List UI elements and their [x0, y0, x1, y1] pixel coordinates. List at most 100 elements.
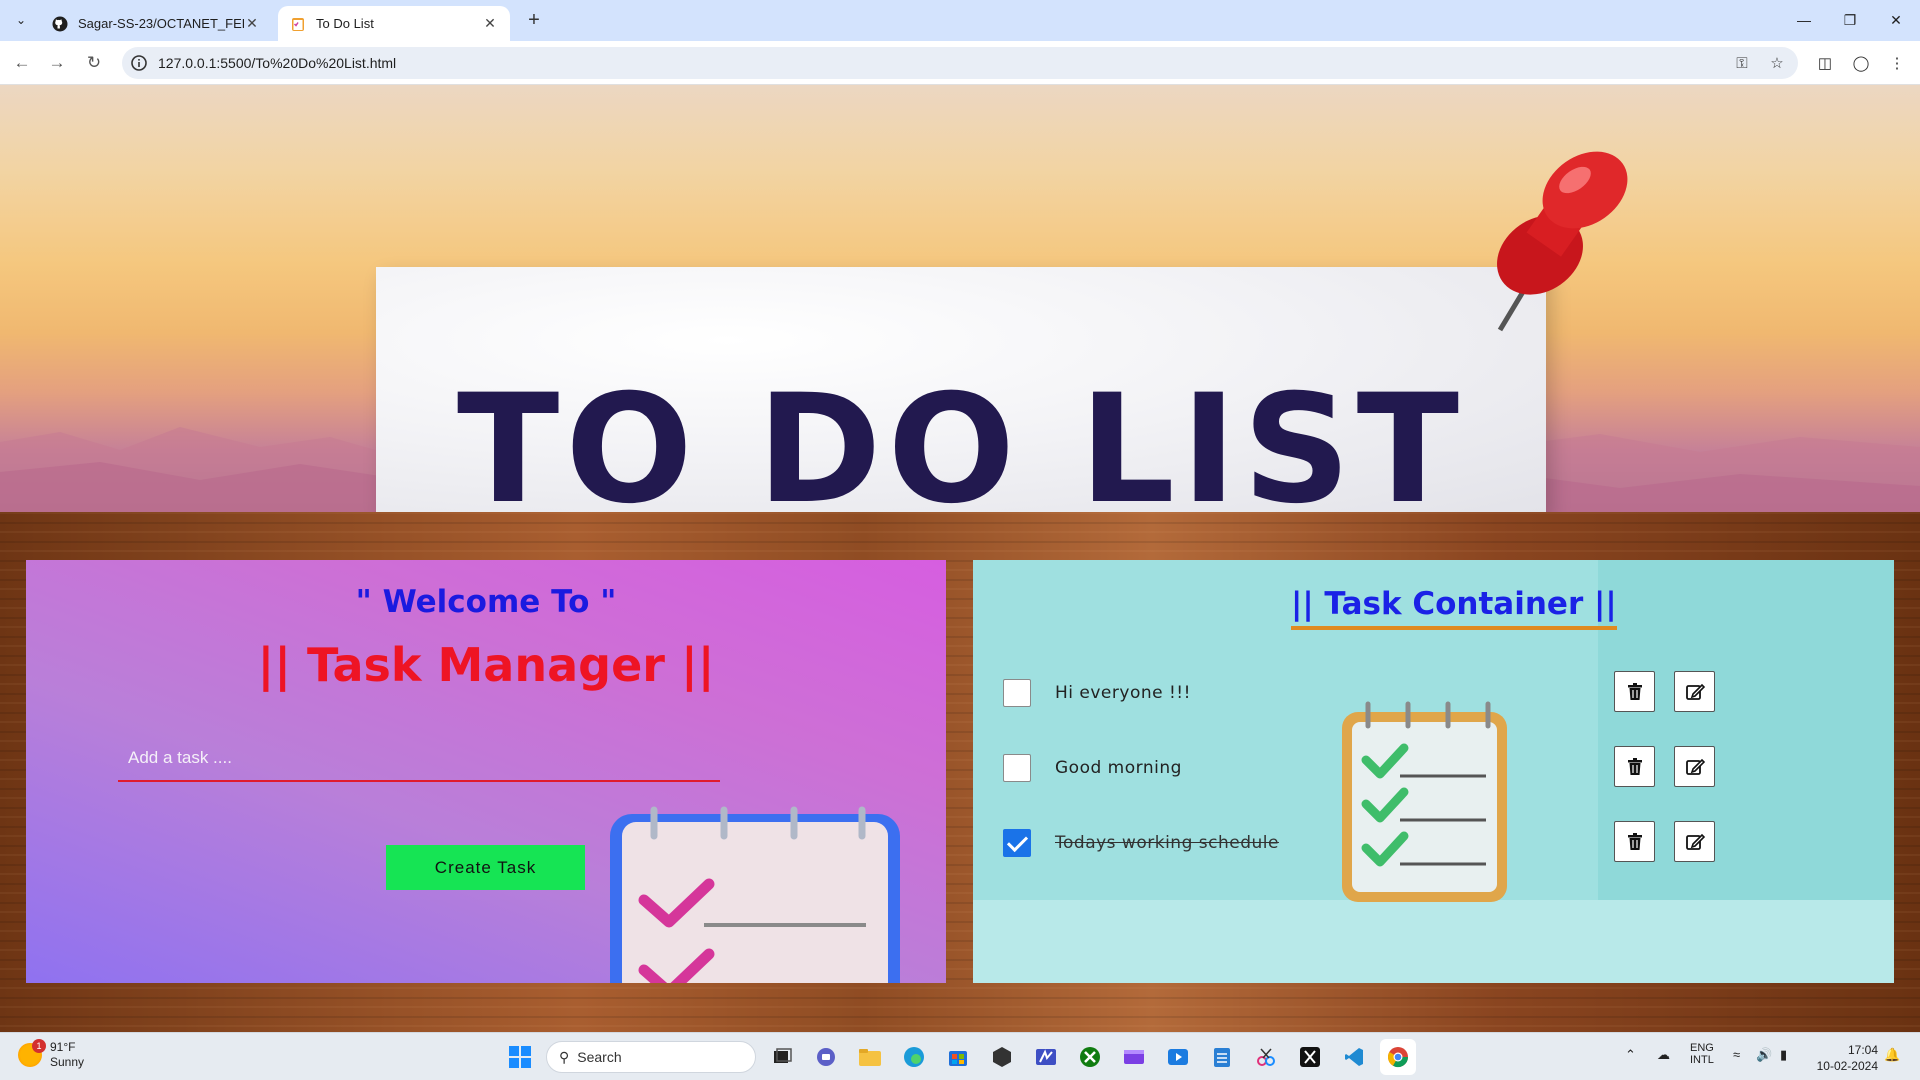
side-panel-icon[interactable]: ◫: [1814, 53, 1836, 75]
checklist-illustration: [1342, 701, 1507, 902]
add-task-input[interactable]: [118, 736, 720, 782]
task-text: Good morning: [1055, 758, 1182, 778]
minimize-icon[interactable]: —: [1786, 8, 1822, 32]
back-arrow-icon[interactable]: ←: [8, 50, 36, 76]
notepad-favicon-icon: [292, 17, 304, 31]
delete-task-button[interactable]: [1614, 821, 1655, 862]
hero-title: TO DO LIST: [456, 363, 1466, 512]
system-clock[interactable]: 17:04 10-02-2024: [1817, 1042, 1878, 1074]
task-checkbox[interactable]: [1003, 829, 1031, 857]
notepad-illustration: [610, 806, 900, 983]
github-icon: [52, 16, 68, 31]
restore-icon[interactable]: ❐: [1832, 8, 1868, 32]
edit-task-button[interactable]: [1674, 671, 1715, 712]
powerapps-icon[interactable]: [1028, 1039, 1064, 1075]
paper-note: TO DO LIST: [376, 267, 1546, 512]
url-text: 127.0.0.1:5500/To%20Do%20List.html: [158, 55, 397, 71]
close-tab-icon[interactable]: ✕: [244, 15, 260, 32]
teams-chat-icon[interactable]: [808, 1039, 844, 1075]
wifi-icon[interactable]: ≈: [1733, 1047, 1740, 1062]
trash-icon: [1627, 757, 1642, 775]
task-item: Good morning: [1003, 746, 1853, 787]
tab-github[interactable]: Sagar-SS-23/OCTANET_FEBRUA ✕: [40, 6, 272, 41]
search-icon: ⚲: [559, 1048, 570, 1065]
more-menu-icon[interactable]: ⋮: [1886, 53, 1908, 75]
clock-date: 10-02-2024: [1816, 1059, 1878, 1073]
edit-icon: [1685, 683, 1705, 700]
task-text: Hi everyone !!!: [1055, 683, 1191, 703]
forward-arrow-icon[interactable]: →: [43, 50, 71, 76]
unity-hub-icon[interactable]: [984, 1039, 1020, 1075]
profile-avatar-icon[interactable]: ◯: [1850, 53, 1872, 75]
sun-icon: 1: [18, 1039, 46, 1067]
task-manager-panel: " Welcome To " || Task Manager || Create…: [26, 560, 946, 983]
clock-time: 17:04: [1847, 1043, 1878, 1057]
delete-task-button[interactable]: [1614, 671, 1655, 712]
weather-description: Sunny: [50, 1055, 85, 1069]
show-hidden-icons-chevron[interactable]: ⌃: [1625, 1047, 1636, 1063]
edit-task-button[interactable]: [1674, 821, 1715, 862]
volume-icon[interactable]: 🔊: [1756, 1047, 1772, 1063]
browser-tab-bar: ⌄ Sagar-SS-23/OCTANET_FEBRUA ✕ To Do Lis…: [0, 0, 1920, 41]
microsoft-store-icon[interactable]: [940, 1039, 976, 1075]
welcome-heading: " Welcome To ": [355, 584, 617, 620]
x-twitter-icon[interactable]: [1292, 1039, 1328, 1075]
weather-temperature: 91°F: [50, 1040, 76, 1054]
delete-task-button[interactable]: [1614, 746, 1655, 787]
windows-taskbar: 1 91°F Sunny ⚲ Search ⌃ ☁ ENG INTL ≈ 🔊 ▮…: [0, 1032, 1920, 1080]
clipchamp-icon[interactable]: [1116, 1039, 1152, 1075]
address-bar[interactable]: 127.0.0.1:5500/To%20Do%20List.html ⚿ ☆: [122, 47, 1798, 79]
onedrive-icon[interactable]: ☁: [1657, 1047, 1670, 1063]
edge-browser-icon[interactable]: [896, 1039, 932, 1075]
browser-toolbar: ← → ↻ 127.0.0.1:5500/To%20Do%20List.html…: [0, 41, 1920, 85]
task-checkbox[interactable]: [1003, 679, 1031, 707]
bookmark-star-icon[interactable]: ☆: [1767, 55, 1787, 73]
notification-badge: 1: [32, 1039, 46, 1053]
create-task-button[interactable]: Create Task: [386, 845, 585, 890]
search-label: Search: [577, 1049, 622, 1065]
vscode-icon[interactable]: [1336, 1039, 1372, 1075]
snipping-tool-icon[interactable]: [1248, 1039, 1284, 1075]
start-windows-icon[interactable]: [502, 1039, 538, 1075]
battery-icon[interactable]: ▮: [1780, 1047, 1787, 1063]
tab-to-do-list[interactable]: To Do List ✕: [278, 6, 510, 41]
site-info-icon[interactable]: [130, 54, 148, 72]
push-pin-icon: [1497, 151, 1628, 332]
edit-icon: [1685, 833, 1705, 850]
tab-search-chevron-icon[interactable]: ⌄: [8, 8, 34, 32]
page-content: TO DO LIST " Welcome To " || Task Manage…: [0, 85, 1920, 1032]
xbox-icon[interactable]: [1072, 1039, 1108, 1075]
file-explorer-icon[interactable]: [852, 1039, 888, 1075]
trash-icon: [1627, 682, 1642, 700]
taskbar-apps: ⚲ Search: [502, 1039, 1424, 1075]
edit-icon: [1685, 758, 1705, 775]
background-floor: [973, 900, 1894, 983]
media-player-icon[interactable]: [1160, 1039, 1196, 1075]
task-checkbox[interactable]: [1003, 754, 1031, 782]
task-item: Todays working schedule: [1003, 821, 1853, 862]
language-code: ENG: [1690, 1042, 1714, 1054]
close-window-icon[interactable]: ✕: [1878, 8, 1914, 32]
task-container-title: || Task Container ||: [1291, 586, 1617, 630]
language-indicator[interactable]: ENG INTL: [1690, 1042, 1714, 1066]
notepad-icon[interactable]: [1204, 1039, 1240, 1075]
reload-icon[interactable]: ↻: [80, 50, 108, 76]
new-tab-plus-icon[interactable]: +: [520, 8, 548, 32]
chrome-icon[interactable]: [1380, 1039, 1416, 1075]
notification-bell-icon[interactable]: 🔔: [1884, 1047, 1900, 1063]
language-variant: INTL: [1690, 1054, 1714, 1066]
tab-title: Sagar-SS-23/OCTANET_FEBRUA: [78, 16, 244, 31]
task-container-panel: || Task Container || Hi everyone !!! Goo…: [973, 560, 1894, 983]
weather-widget[interactable]: 1 91°F Sunny: [18, 1039, 85, 1070]
task-view-icon[interactable]: [764, 1039, 800, 1075]
tab-title: To Do List: [316, 16, 374, 31]
task-text: Todays working schedule: [1055, 833, 1279, 853]
task-item: Hi everyone !!!: [1003, 671, 1853, 712]
hero-banner: TO DO LIST: [0, 85, 1920, 512]
edit-task-button[interactable]: [1674, 746, 1715, 787]
close-tab-icon[interactable]: ✕: [482, 15, 498, 32]
password-key-icon[interactable]: ⚿: [1732, 55, 1752, 73]
taskbar-search[interactable]: ⚲ Search: [546, 1041, 756, 1073]
trash-icon: [1627, 832, 1642, 850]
task-manager-title: || Task Manager ||: [257, 638, 715, 692]
